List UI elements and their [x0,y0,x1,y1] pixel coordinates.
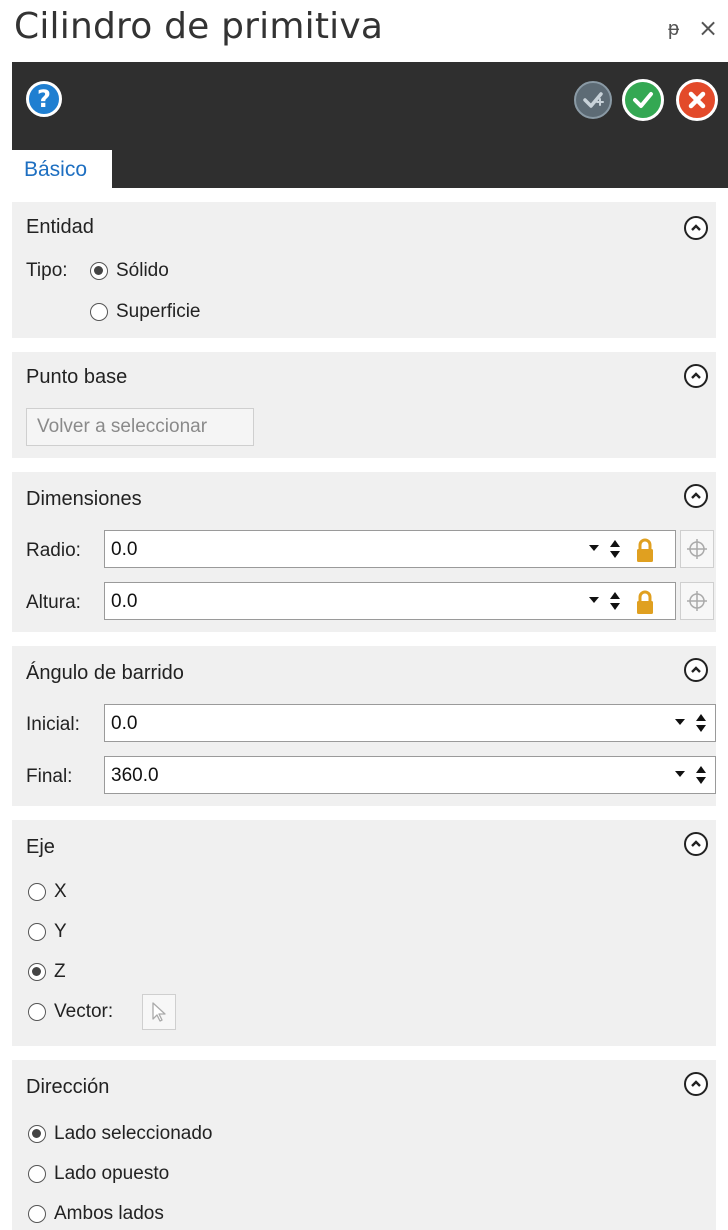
spinner-icon[interactable] [695,762,707,788]
section-title: Dimensiones [26,488,142,510]
lock-icon[interactable] [635,537,655,563]
checkmark-icon [633,92,653,108]
radio-lado-opuesto[interactable] [28,1165,46,1183]
tab-strip: Básico [12,150,728,188]
apply-continue-button[interactable] [574,81,612,119]
collapse-button[interactable] [684,658,708,682]
tipo-label: Tipo: [26,260,68,281]
dropdown-arrow-icon[interactable] [589,545,599,551]
radio-eje-vector-label[interactable]: Vector: [54,1001,113,1023]
cancel-button[interactable] [676,79,718,121]
section-entidad: Entidad Tipo: Sólido Superficie [12,202,716,338]
radio-input-value: 0.0 [111,539,138,560]
chevron-up-icon [691,1080,701,1087]
section-title: Eje [26,836,55,858]
pin-icon[interactable]: ᵽ [668,18,679,41]
help-icon: ? [37,85,51,113]
close-icon[interactable]: × [698,14,718,42]
radio-solido-label[interactable]: Sólido [116,260,169,282]
radio-eje-x[interactable] [28,883,46,901]
radio-ambos-lados-label[interactable]: Ambos lados [54,1203,164,1225]
reselect-button[interactable]: Volver a seleccionar [26,408,254,446]
chevron-up-icon [691,224,701,231]
section-title: Ángulo de barrido [26,662,184,684]
window-title: Cilindro de primitiva [14,6,384,47]
final-input-value: 360.0 [111,765,159,786]
section-dimensiones: Dimensiones Radio: 0.0 Altura: 0.0 [12,472,716,632]
chevron-up-icon [691,372,701,379]
section-title: Entidad [26,216,94,238]
command-toolbar: ? [12,62,728,150]
spinner-icon[interactable] [695,710,707,736]
section-title: Dirección [26,1076,110,1098]
radio-field-label: Radio: [26,540,81,561]
tab-basico[interactable]: Básico [12,150,112,188]
altura-input[interactable]: 0.0 [104,582,676,620]
checkmark-plus-icon [583,92,604,108]
altura-input-value: 0.0 [111,591,138,612]
radio-input[interactable]: 0.0 [104,530,676,568]
dropdown-arrow-icon[interactable] [675,719,685,725]
cursor-arrow-icon [152,1002,166,1022]
inicial-field-label: Inicial: [26,714,80,735]
collapse-button[interactable] [684,1072,708,1096]
dropdown-arrow-icon[interactable] [675,771,685,777]
radio-eje-y[interactable] [28,923,46,941]
inicial-input-value: 0.0 [111,713,138,734]
crosshair-select-button[interactable] [680,582,714,620]
help-button[interactable]: ? [26,81,62,117]
radio-eje-z[interactable] [28,963,46,981]
radio-eje-vector[interactable] [28,1003,46,1021]
section-eje: Eje X Y Z Vector: [12,820,716,1046]
spinner-icon[interactable] [609,536,621,562]
window-titlebar: Cilindro de primitiva ᵽ × [0,0,728,62]
section-direccion: Dirección Lado seleccionado Lado opuesto… [12,1060,716,1230]
section-title: Punto base [26,366,128,388]
final-field-label: Final: [26,766,73,787]
section-punto-base: Punto base Volver a seleccionar [12,352,716,458]
radio-lado-opuesto-label[interactable]: Lado opuesto [54,1163,169,1185]
crosshair-icon [687,591,707,611]
radio-lado-seleccionado-label[interactable]: Lado seleccionado [54,1123,212,1145]
radio-eje-z-label[interactable]: Z [54,961,66,983]
dropdown-arrow-icon[interactable] [589,597,599,603]
crosshair-select-button[interactable] [680,530,714,568]
vector-select-button[interactable] [142,994,176,1030]
chevron-up-icon [691,840,701,847]
radio-superficie-label[interactable]: Superficie [116,301,201,323]
radio-eje-y-label[interactable]: Y [54,921,67,943]
collapse-button[interactable] [684,364,708,388]
inicial-input[interactable]: 0.0 [104,704,716,742]
final-input[interactable]: 360.0 [104,756,716,794]
radio-superficie[interactable] [90,303,108,321]
radio-ambos-lados[interactable] [28,1205,46,1223]
altura-field-label: Altura: [26,592,81,613]
collapse-button[interactable] [684,216,708,240]
collapse-button[interactable] [684,832,708,856]
collapse-button[interactable] [684,484,708,508]
radio-lado-seleccionado[interactable] [28,1125,46,1143]
section-angulo-barrido: Ángulo de barrido Inicial: 0.0 Final: 36… [12,646,716,806]
crosshair-icon [687,539,707,559]
x-icon [688,91,706,109]
lock-icon[interactable] [635,589,655,615]
spinner-icon[interactable] [609,588,621,614]
radio-eje-x-label[interactable]: X [54,881,67,903]
chevron-up-icon [691,666,701,673]
chevron-up-icon [691,492,701,499]
ok-button[interactable] [622,79,664,121]
radio-solido[interactable] [90,262,108,280]
